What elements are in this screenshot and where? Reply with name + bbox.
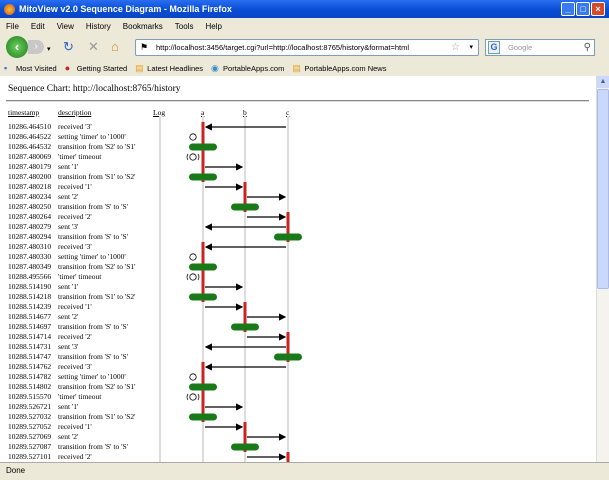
menu-history[interactable]: History [86, 22, 111, 31]
state-transition-marker [189, 173, 217, 181]
google-engine-icon[interactable]: G [488, 41, 500, 54]
search-placeholder: Google [508, 43, 533, 52]
state-transition-marker [231, 443, 259, 451]
scroll-thumb[interactable] [597, 89, 609, 289]
timer-icon [189, 133, 197, 141]
rss-feed-icon: ▤ [292, 62, 301, 73]
menu-edit[interactable]: Edit [31, 22, 45, 31]
state-transition-marker [189, 383, 217, 391]
stop-icon[interactable]: ✕ [88, 39, 99, 55]
state-transition-marker [274, 233, 302, 241]
bookmark-item[interactable]: ● Getting Started [64, 62, 128, 73]
forward-button[interactable]: › [28, 40, 44, 54]
url-text: http://localhost:3456/target.cgi?url=htt… [156, 43, 410, 52]
bookmark-label: Most Visited [16, 63, 57, 73]
bookmark-item[interactable]: ◉ PortableApps.com [211, 62, 285, 73]
bookmark-label: Getting Started [76, 63, 128, 73]
menu-bar: File Edit View History Bookmarks Tools Help [0, 18, 609, 34]
search-box[interactable]: G Google ⚲ [485, 39, 595, 56]
timeout-icon [189, 153, 197, 161]
bookmarks-toolbar: ▪ Most Visited ● Getting Started ▤ Latest Hea… [0, 60, 609, 76]
status-bar: Done [0, 462, 609, 480]
bookmark-label: Latest Headlines [147, 63, 204, 73]
history-dropdown-icon[interactable]: ▾ [47, 42, 51, 58]
state-transition-marker [231, 203, 259, 211]
url-bar[interactable]: ⚑ http://localhost:3456/target.cgi?url=h… [135, 39, 479, 56]
vertical-scrollbar[interactable]: ▲ [596, 76, 609, 462]
minimize-button[interactable]: _ [561, 2, 575, 16]
most-visited-icon: ▪ [4, 62, 8, 73]
menu-file[interactable]: File [6, 22, 19, 31]
menu-help[interactable]: Help [205, 22, 221, 31]
sequence-diagram [159, 116, 302, 462]
state-transition-marker [189, 263, 217, 271]
reload-icon[interactable]: ↻ [63, 39, 74, 55]
url-dropdown-icon[interactable]: ▾ [469, 40, 473, 55]
navigation-toolbar: ‹ › ▾ ↻ ✕ ⌂ ⚑ http://localhost:3456/targ… [0, 34, 609, 60]
bookmark-item[interactable]: ▤ PortableApps.com News [292, 62, 387, 73]
maximize-button[interactable]: □ [576, 2, 590, 16]
menu-bookmarks[interactable]: Bookmarks [123, 22, 163, 31]
title-bar: MitoView v2.0 Sequence Diagram - Mozilla… [0, 0, 609, 18]
timer-icon [189, 253, 197, 261]
search-icon[interactable]: ⚲ [584, 40, 591, 55]
scroll-up-arrow[interactable]: ▲ [597, 76, 609, 88]
bookmark-label: PortableApps.com News [304, 63, 387, 73]
site-icon: ⚑ [140, 42, 149, 52]
portableapps-icon: ◉ [211, 62, 219, 73]
home-icon[interactable]: ⌂ [111, 39, 119, 55]
back-button[interactable]: ‹ [6, 36, 28, 58]
bookmark-item[interactable]: ▪ Most Visited [4, 62, 57, 73]
rss-feed-icon: ▤ [135, 62, 144, 73]
state-transition-marker [274, 353, 302, 361]
getting-started-icon: ● [64, 62, 71, 73]
timer-icon [189, 373, 197, 381]
firefox-icon [4, 3, 15, 15]
state-transition-marker [231, 323, 259, 331]
close-button[interactable]: × [591, 2, 605, 16]
timeout-icon [189, 273, 197, 281]
state-transition-marker [189, 293, 217, 301]
window-title: MitoView v2.0 Sequence Diagram - Mozilla… [19, 4, 232, 14]
bookmark-star-icon[interactable]: ☆ [451, 40, 460, 55]
state-transition-marker [189, 143, 217, 151]
bookmark-label: PortableApps.com [223, 63, 285, 73]
page-content: Sequence Chart: http://localhost:8765/hi… [0, 76, 596, 462]
menu-tools[interactable]: Tools [175, 22, 194, 31]
state-transition-marker [189, 413, 217, 421]
menu-view[interactable]: View [57, 22, 74, 31]
timeout-icon [189, 393, 197, 401]
bookmark-item[interactable]: ▤ Latest Headlines [135, 62, 204, 73]
